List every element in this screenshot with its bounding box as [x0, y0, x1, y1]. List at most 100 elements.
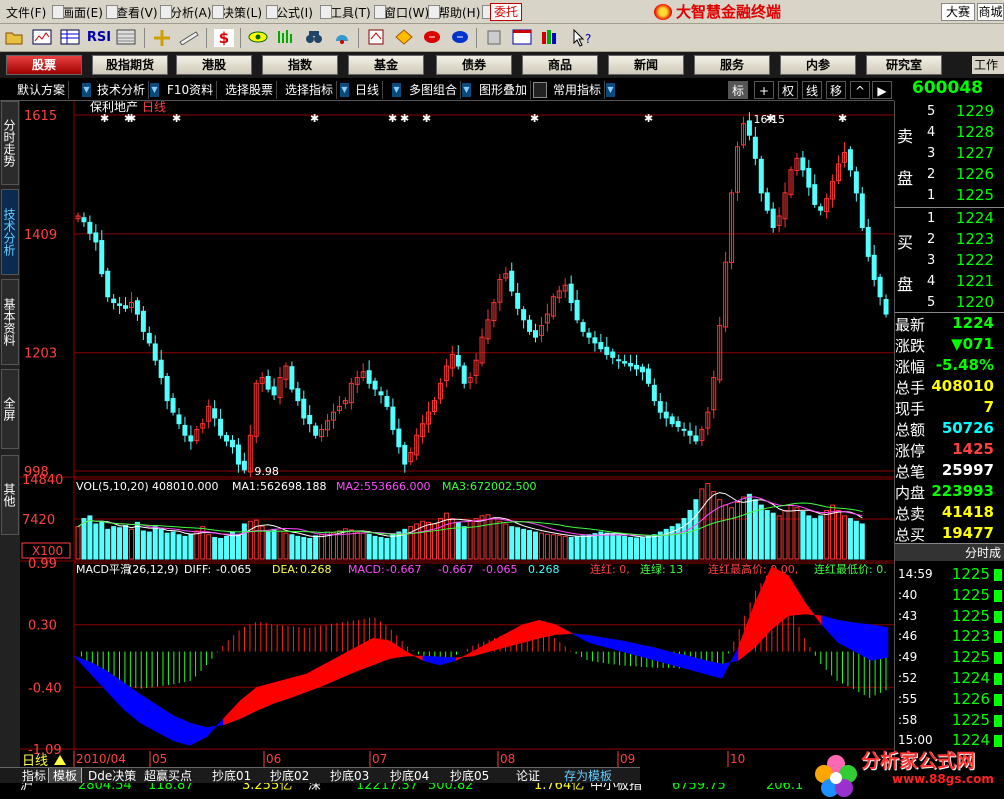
chart-option-button[interactable]: 权: [778, 81, 798, 99]
clipboard-icon[interactable]: [484, 29, 504, 47]
diamond-icon[interactable]: [394, 29, 414, 47]
chart-toolbar-item[interactable]: 默认方案: [14, 81, 70, 99]
menu-dropdown-icon[interactable]: [320, 5, 332, 19]
dropdown-arrow-icon[interactable]: ▼: [82, 83, 91, 97]
chart-option-button[interactable]: ^: [850, 81, 870, 99]
chart-toolbar-item[interactable]: 多图组合: [406, 81, 462, 99]
dropdown-arrow-icon[interactable]: ▼: [150, 83, 159, 97]
help-cursor-icon[interactable]: ?: [572, 28, 592, 47]
indicator-tab[interactable]: 抄底05: [446, 768, 493, 784]
buy-price[interactable]: 1224: [956, 209, 994, 227]
menu-dropdown-icon[interactable]: [160, 5, 172, 19]
menu-item[interactable]: 查看(V): [116, 4, 158, 21]
chart-toolbar-item[interactable]: 日线: [352, 81, 384, 99]
dropdown-arrow-icon[interactable]: ▼: [462, 83, 471, 97]
sell-price[interactable]: 1228: [956, 123, 994, 141]
indicator-tab[interactable]: 抄底03: [326, 768, 373, 784]
binoculars-icon[interactable]: [304, 29, 324, 47]
left-vertical-tab[interactable]: 分时走势: [1, 101, 19, 185]
sell-price[interactable]: 1225: [956, 186, 994, 204]
chart-toolbar-item[interactable]: F10资料: [164, 81, 218, 99]
menu-dropdown-icon[interactable]: [266, 5, 278, 19]
chart-toolbar-item[interactable]: 常用指标: [550, 81, 606, 99]
left-vertical-tab[interactable]: 其他: [1, 455, 19, 535]
nav-tab[interactable]: 债券: [436, 55, 512, 75]
buy-price[interactable]: 1223: [956, 230, 994, 248]
contest-button[interactable]: 大赛: [941, 3, 975, 21]
chart-option-button[interactable]: 移: [826, 81, 846, 99]
dropdown-arrow-icon[interactable]: ▼: [392, 83, 401, 97]
buy-price[interactable]: 1221: [956, 272, 994, 290]
nav-tab[interactable]: 内参: [780, 55, 856, 75]
timesales-title[interactable]: 分时成: [895, 543, 1004, 561]
crosshair-icon[interactable]: [152, 29, 172, 47]
menu-dropdown-icon[interactable]: [212, 5, 224, 19]
left-vertical-tab[interactable]: 技术分析: [1, 189, 19, 275]
chart-option-button[interactable]: ▶: [872, 81, 892, 99]
books-icon[interactable]: [540, 29, 560, 47]
indicator-tab[interactable]: 模板: [48, 768, 83, 784]
chart-option-button[interactable]: 标: [728, 81, 748, 99]
indicator-tab[interactable]: 抄底04: [386, 768, 433, 784]
chart-toolbar-item[interactable]: 选择股票: [222, 81, 278, 99]
nav-tab[interactable]: 服务: [694, 55, 770, 75]
sell-price[interactable]: 1226: [956, 165, 994, 183]
shield-red-icon[interactable]: [422, 29, 442, 47]
nav-tab[interactable]: 研究室: [866, 55, 942, 75]
ruler-icon[interactable]: [178, 29, 199, 47]
bars-icon[interactable]: [276, 29, 296, 47]
menu-item[interactable]: 画面(E): [62, 4, 103, 21]
nav-tab[interactable]: 基金: [348, 55, 424, 75]
menu-dropdown-icon[interactable]: [52, 5, 64, 19]
quote-table-icon[interactable]: [60, 29, 80, 47]
dropdown-arrow-icon[interactable]: ▼: [606, 83, 615, 97]
nav-tab[interactable]: 股指期货: [92, 55, 168, 75]
left-vertical-tab[interactable]: 基本资料: [1, 279, 19, 365]
indicator-tab[interactable]: 存为模板: [560, 768, 616, 784]
mall-button[interactable]: 商城: [977, 3, 1004, 21]
notes-icon[interactable]: [366, 29, 386, 47]
left-vertical-tab[interactable]: 全屏: [1, 369, 19, 449]
indicator-tab[interactable]: Dde决策: [84, 768, 140, 784]
eye-icon[interactable]: [248, 29, 268, 47]
nav-tab[interactable]: 指数: [262, 55, 338, 75]
period-indicator[interactable]: 日线: [22, 754, 48, 767]
dropdown-arrow-icon[interactable]: ▼: [340, 83, 349, 97]
sell-price[interactable]: 1229: [956, 102, 994, 120]
alarm-icon[interactable]: [332, 29, 352, 47]
grid-icon[interactable]: [116, 29, 136, 47]
menu-item[interactable]: 工具(T): [330, 4, 371, 21]
chart-toolbar-item[interactable]: 选择指标: [282, 81, 338, 99]
menu-item[interactable]: 分析(A): [170, 4, 212, 21]
indicator-tab[interactable]: 论证: [512, 768, 544, 784]
nav-tab[interactable]: 新闻: [608, 55, 684, 75]
menu-dropdown-icon[interactable]: [374, 5, 386, 19]
trade-button[interactable]: 委托: [490, 3, 522, 21]
chart-option-button[interactable]: +: [754, 81, 774, 99]
menu-item[interactable]: 决策(L): [222, 4, 262, 21]
lock-icon[interactable]: [533, 82, 547, 98]
chart-toolbar-item[interactable]: 图形叠加: [476, 81, 532, 99]
menu-dropdown-icon[interactable]: [428, 5, 440, 19]
menu-item[interactable]: 窗口(W): [384, 4, 429, 21]
indicator-tab[interactable]: 抄底01: [208, 768, 255, 784]
buy-price[interactable]: 1222: [956, 251, 994, 269]
menu-item[interactable]: 文件(F): [6, 4, 46, 21]
nav-tab[interactable]: 商品: [522, 55, 598, 75]
chart-window-icon[interactable]: [32, 29, 52, 47]
indicator-tab[interactable]: 指标: [18, 768, 50, 784]
chart-area[interactable]: 161514091203998保利地产 日线16.159.98✱ ✱✱ ✱ ✱ ✱ ✱ ✱ ✱ ✱…: [20, 101, 894, 767]
nav-tab[interactable]: 股票: [6, 55, 82, 75]
rsi-icon[interactable]: RSI: [86, 29, 112, 47]
shield-blue-icon[interactable]: [450, 29, 470, 47]
nav-tab[interactable]: 港股: [176, 55, 252, 75]
menu-item[interactable]: 帮助(H): [438, 4, 480, 21]
sell-price[interactable]: 1227: [956, 144, 994, 162]
dollar-icon[interactable]: $: [214, 29, 234, 47]
work-label[interactable]: 工作: [972, 56, 1004, 74]
open-folder-icon[interactable]: [4, 29, 24, 47]
indicator-tab[interactable]: 超赢买点: [140, 768, 196, 784]
menu-dropdown-icon[interactable]: [106, 5, 118, 19]
buy-price[interactable]: 1220: [956, 293, 994, 311]
chart-option-button[interactable]: 线: [802, 81, 822, 99]
